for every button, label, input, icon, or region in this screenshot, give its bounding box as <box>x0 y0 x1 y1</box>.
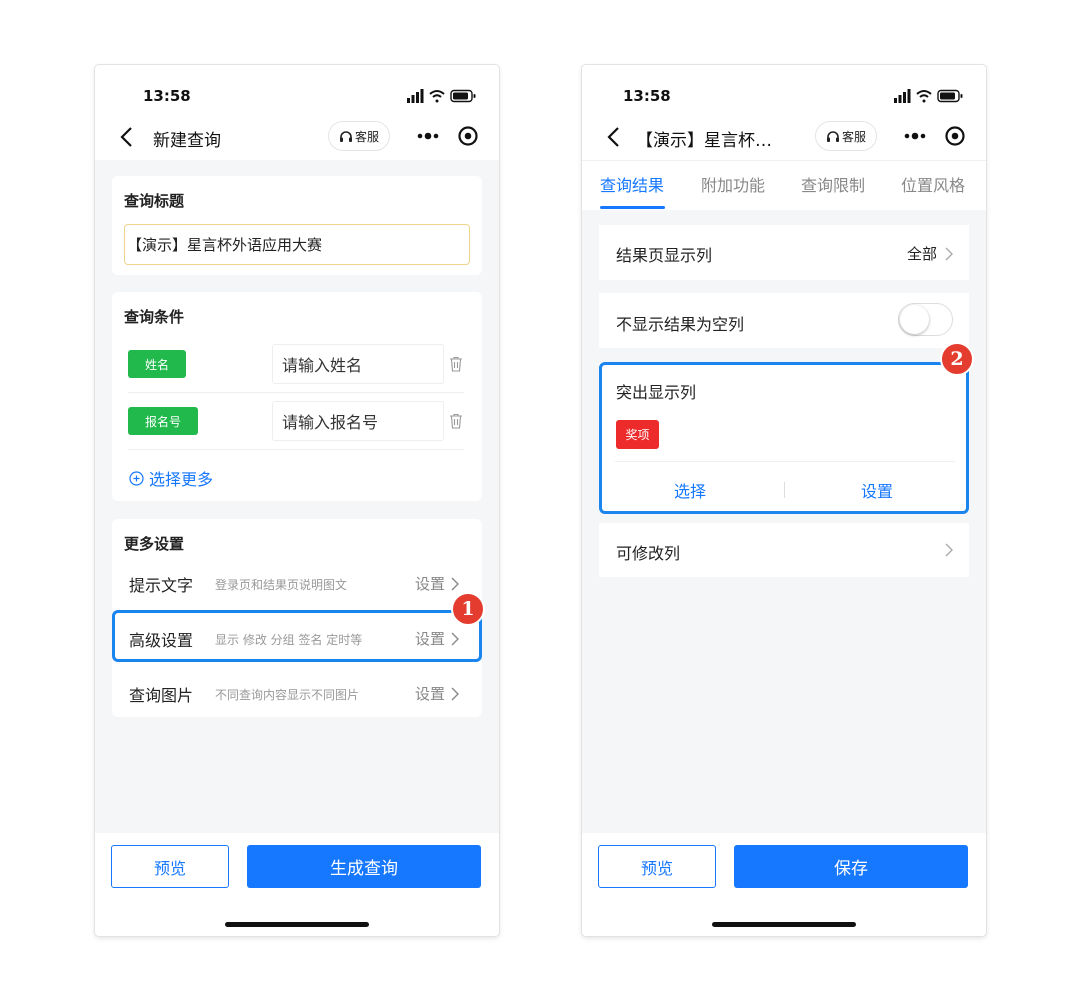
generate-query-button[interactable]: 生成查询 <box>247 845 481 888</box>
row-value-text: 全部 <box>906 245 937 263</box>
highlight-frame-advanced <box>112 610 482 662</box>
row-action[interactable]: 设置 <box>415 573 460 594</box>
plus-circle-icon <box>129 470 144 486</box>
signal-icon <box>407 89 424 103</box>
row-desc: 登录页和结果页说明图文 <box>215 578 348 592</box>
row-label: 可修改列 <box>616 544 681 563</box>
tab-query-result[interactable]: 查询结果 <box>600 172 664 196</box>
condition-tag-name[interactable]: 姓名 <box>128 350 186 378</box>
back-arrow-icon[interactable] <box>604 125 624 149</box>
toggle-knob <box>900 305 929 334</box>
headset-icon <box>339 130 352 142</box>
mini-program-capsule <box>401 121 487 151</box>
reg-no-input[interactable]: 请输入报名号 <box>272 401 444 441</box>
row-result-columns[interactable]: 结果页显示列 全部 <box>599 225 969 280</box>
chevron-right-icon <box>945 543 953 557</box>
select-more-label: 选择更多 <box>149 470 214 489</box>
divider <box>128 449 464 450</box>
tab-position-style[interactable]: 位置风格 <box>901 172 965 196</box>
tab-query-limits[interactable]: 查询限制 <box>801 172 865 196</box>
status-icons <box>894 89 963 103</box>
bottom-bar: 预览 生成查询 <box>95 833 499 936</box>
chevron-right-icon <box>945 247 953 260</box>
row-label: 查询图片 <box>129 686 194 705</box>
trash-icon[interactable] <box>449 356 463 372</box>
headset-icon <box>826 130 839 142</box>
title-heading: 查询标题 <box>124 192 185 210</box>
conditions-card: 查询条件 姓名 请输入姓名 报名号 请输入报名号 选择更多 <box>112 292 482 501</box>
chevron-right-icon <box>451 687 460 700</box>
customer-service-label: 客服 <box>841 129 866 144</box>
save-button[interactable]: 保存 <box>734 845 968 888</box>
customer-service-label: 客服 <box>354 129 379 144</box>
row-label: 提示文字 <box>129 576 194 595</box>
row-desc: 不同查询内容显示不同图片 <box>215 688 360 702</box>
battery-icon <box>450 89 476 103</box>
signal-icon <box>894 89 911 103</box>
phone-query-settings: 13:58 【演示】星言杯… 客服 查询结果 附加功能 查询限制 位置风格 结果… <box>582 65 986 936</box>
home-indicator <box>712 922 856 927</box>
top-bar: 13:58 【演示】星言杯… 客服 <box>582 65 986 160</box>
top-bar: 13:58 新建查询 客服 <box>95 65 499 160</box>
row-label: 不显示结果为空列 <box>616 315 745 334</box>
customer-service-button[interactable]: 客服 <box>815 121 877 151</box>
customer-service-button[interactable]: 客服 <box>328 121 390 151</box>
status-time: 13:58 <box>623 87 671 105</box>
trash-icon[interactable] <box>449 413 463 429</box>
name-input[interactable]: 请输入姓名 <box>272 344 444 384</box>
hide-empty-toggle[interactable] <box>898 303 953 336</box>
bottom-bar: 预览 保存 <box>582 833 986 936</box>
select-more-link[interactable]: 选择更多 <box>129 466 213 490</box>
battery-icon <box>937 89 963 103</box>
tab-bar: 查询结果 附加功能 查询限制 位置风格 <box>582 160 986 210</box>
phone-new-query: 13:58 新建查询 客服 查询标题 【演示】星言杯外语应用大赛 查询条件 姓名… <box>95 65 499 936</box>
status-time: 13:58 <box>143 87 191 105</box>
chevron-right-icon <box>451 577 460 590</box>
active-tab-indicator <box>600 206 665 209</box>
target-circle-icon[interactable] <box>940 121 970 151</box>
step-badge-2: 2 <box>940 342 974 376</box>
row-editable-columns[interactable]: 可修改列 <box>599 523 969 577</box>
preview-button[interactable]: 预览 <box>111 845 229 888</box>
query-title-input[interactable]: 【演示】星言杯外语应用大赛 <box>124 224 470 265</box>
back-arrow-icon[interactable] <box>117 125 137 149</box>
more-dots-icon[interactable] <box>898 121 932 151</box>
tab-extra-features[interactable]: 附加功能 <box>701 172 765 196</box>
step-badge-1: 1 <box>451 592 485 626</box>
more-dots-icon[interactable] <box>411 121 445 151</box>
row-action[interactable]: 设置 <box>415 683 460 704</box>
more-settings-heading: 更多设置 <box>124 535 185 553</box>
condition-tag-reg-no[interactable]: 报名号 <box>128 407 198 435</box>
row-value: 全部 <box>907 243 953 264</box>
wifi-icon <box>429 90 445 103</box>
home-indicator <box>225 922 369 927</box>
title-card: 查询标题 【演示】星言杯外语应用大赛 <box>112 176 482 275</box>
highlight-frame-highlight-columns <box>599 362 969 514</box>
divider <box>128 392 464 393</box>
mini-program-capsule <box>888 121 974 151</box>
page-title: 【演示】星言杯… <box>636 131 772 151</box>
page-title: 新建查询 <box>153 131 221 151</box>
status-icons <box>407 89 476 103</box>
row-action-label: 设置 <box>415 575 446 593</box>
row-hide-empty: 不显示结果为空列 <box>599 293 969 348</box>
wifi-icon <box>916 90 932 103</box>
conditions-heading: 查询条件 <box>124 308 185 326</box>
row-label: 结果页显示列 <box>616 246 713 265</box>
target-circle-icon[interactable] <box>453 121 483 151</box>
row-action-label: 设置 <box>415 685 446 703</box>
preview-button[interactable]: 预览 <box>598 845 716 888</box>
